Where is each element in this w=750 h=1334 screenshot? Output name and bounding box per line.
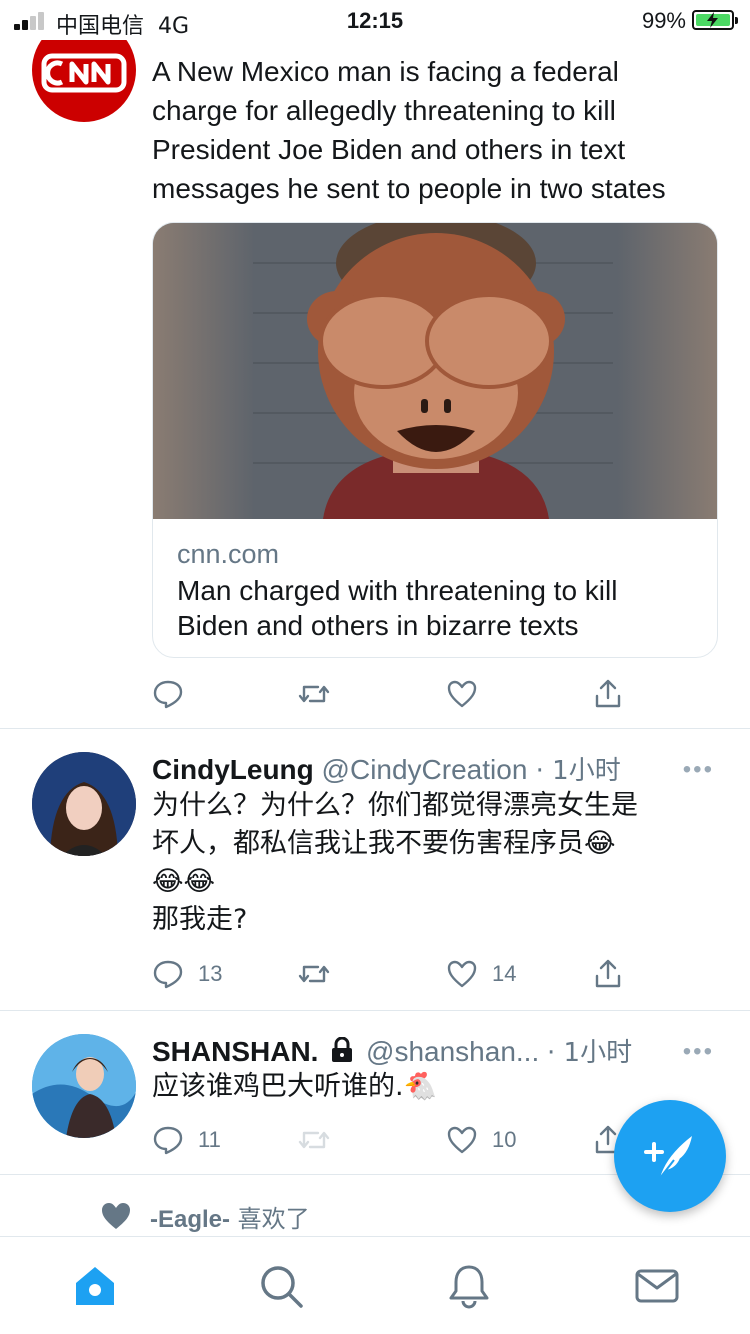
like-count: 10 (492, 1127, 517, 1152)
tweet-actions: 11 10 (152, 1120, 632, 1160)
messages-icon (635, 1269, 679, 1303)
tab-home[interactable] (72, 1263, 118, 1309)
handle[interactable]: @CindyCreation (322, 754, 528, 785)
tweet-body: A New Mexico man is facing a federal cha… (152, 52, 722, 208)
share-button[interactable] (592, 954, 624, 994)
retweet-icon (298, 1131, 330, 1149)
reply-count: 11 (198, 1127, 221, 1152)
compose-icon (644, 1136, 692, 1179)
heart-filled-icon (102, 1203, 130, 1229)
tweet-actions: 13 14 (152, 954, 632, 994)
clock: 12:15 (346, 8, 404, 33)
tab-messages[interactable] (634, 1263, 680, 1309)
tweet-line: President Joe Biden and others in text (152, 134, 626, 165)
reply-icon (153, 680, 183, 709)
tweet-line: 应该谁鸡巴大听谁的.🐔 (152, 1071, 438, 1102)
share-icon (595, 679, 621, 708)
home-icon (76, 1267, 114, 1305)
battery-percent: 99% (641, 8, 686, 33)
tweet-line: A New Mexico man is facing a federal (152, 56, 619, 87)
like-button[interactable]: 10 (446, 1120, 516, 1160)
like-count: 14 (492, 961, 517, 986)
timestamp: · 1小时 (527, 756, 621, 786)
reply-icon (153, 960, 183, 989)
tab-search[interactable] (258, 1263, 304, 1309)
bottom-tab-bar (0, 1236, 750, 1334)
notifications-icon (449, 1265, 489, 1309)
avatar[interactable] (32, 1034, 136, 1138)
reply-button[interactable] (152, 674, 184, 714)
retweet-icon (298, 965, 330, 983)
tweet-line: 为什么？为什么？你们都觉得漂亮女生是 (152, 790, 638, 821)
tweet-line: 那我走? (152, 904, 248, 935)
liked-label: 喜欢了 (230, 1204, 310, 1233)
like-button[interactable]: 14 (446, 954, 516, 994)
like-icon (447, 960, 477, 988)
liked-by-row[interactable]: -Eagle- 喜欢了 (100, 1196, 310, 1236)
liker-name[interactable]: -Eagle- (150, 1206, 230, 1233)
avatar[interactable] (32, 752, 136, 856)
tab-notifications[interactable] (446, 1263, 492, 1309)
tweet-header: SHANSHAN. @shanshan... · 1小时 (152, 1032, 632, 1069)
like-button[interactable] (446, 674, 478, 714)
like-icon (447, 680, 477, 708)
card-domain: cnn.com (177, 539, 280, 569)
compose-tweet-button[interactable] (614, 1100, 726, 1212)
battery-icon (692, 10, 738, 30)
tweet-line: 坏人，都私信我让我不要伤害程序员😂 (152, 828, 616, 859)
tweet-body: 为什么？为什么？你们都觉得漂亮女生是 坏人，都私信我让我不要伤害程序员😂 😂😂 … (152, 787, 722, 939)
more-options-icon[interactable]: ••• (683, 1038, 714, 1066)
like-icon (447, 1126, 477, 1154)
display-name[interactable]: CindyLeung (152, 754, 314, 785)
card-image (153, 223, 717, 519)
reply-icon (153, 1126, 183, 1155)
handle[interactable]: @shanshan... (366, 1036, 539, 1067)
card-title-line: Biden and others in bizarre texts (177, 610, 579, 641)
divider (0, 728, 750, 729)
reply-button[interactable]: 11 (152, 1120, 221, 1160)
lock-icon (332, 1036, 353, 1062)
retweet-button[interactable] (298, 674, 330, 714)
tweet-body: 应该谁鸡巴大听谁的.🐔 (152, 1068, 722, 1106)
retweet-icon (298, 685, 330, 703)
card-title: Man charged with threatening to kill Bid… (177, 573, 697, 643)
share-icon (595, 959, 621, 988)
share-button[interactable] (592, 674, 624, 714)
reply-count: 13 (198, 961, 223, 986)
tweet-line: 😂😂 (152, 866, 216, 897)
tweet-header: CindyLeung @CindyCreation · 1小时 (152, 750, 621, 787)
tweet-actions (152, 674, 632, 714)
timestamp: · 1小时 (547, 1038, 633, 1068)
status-bar: 中国电信 4G 12:15 99% (0, 0, 750, 40)
card-title-line: Man charged with threatening to kill (177, 575, 618, 606)
search-icon (261, 1266, 303, 1308)
reply-button[interactable]: 13 (152, 954, 222, 994)
divider (0, 1010, 750, 1011)
more-options-icon[interactable]: ••• (683, 756, 714, 784)
retweet-button (298, 1120, 330, 1160)
link-card[interactable]: cnn.com Man charged with threatening to … (152, 222, 718, 658)
display-name[interactable]: SHANSHAN. (152, 1036, 318, 1067)
tweet-line: charge for allegedly threatening to kill (152, 95, 616, 126)
retweet-button[interactable] (298, 954, 330, 994)
tweet-line: messages he sent to people in two states (152, 173, 666, 204)
